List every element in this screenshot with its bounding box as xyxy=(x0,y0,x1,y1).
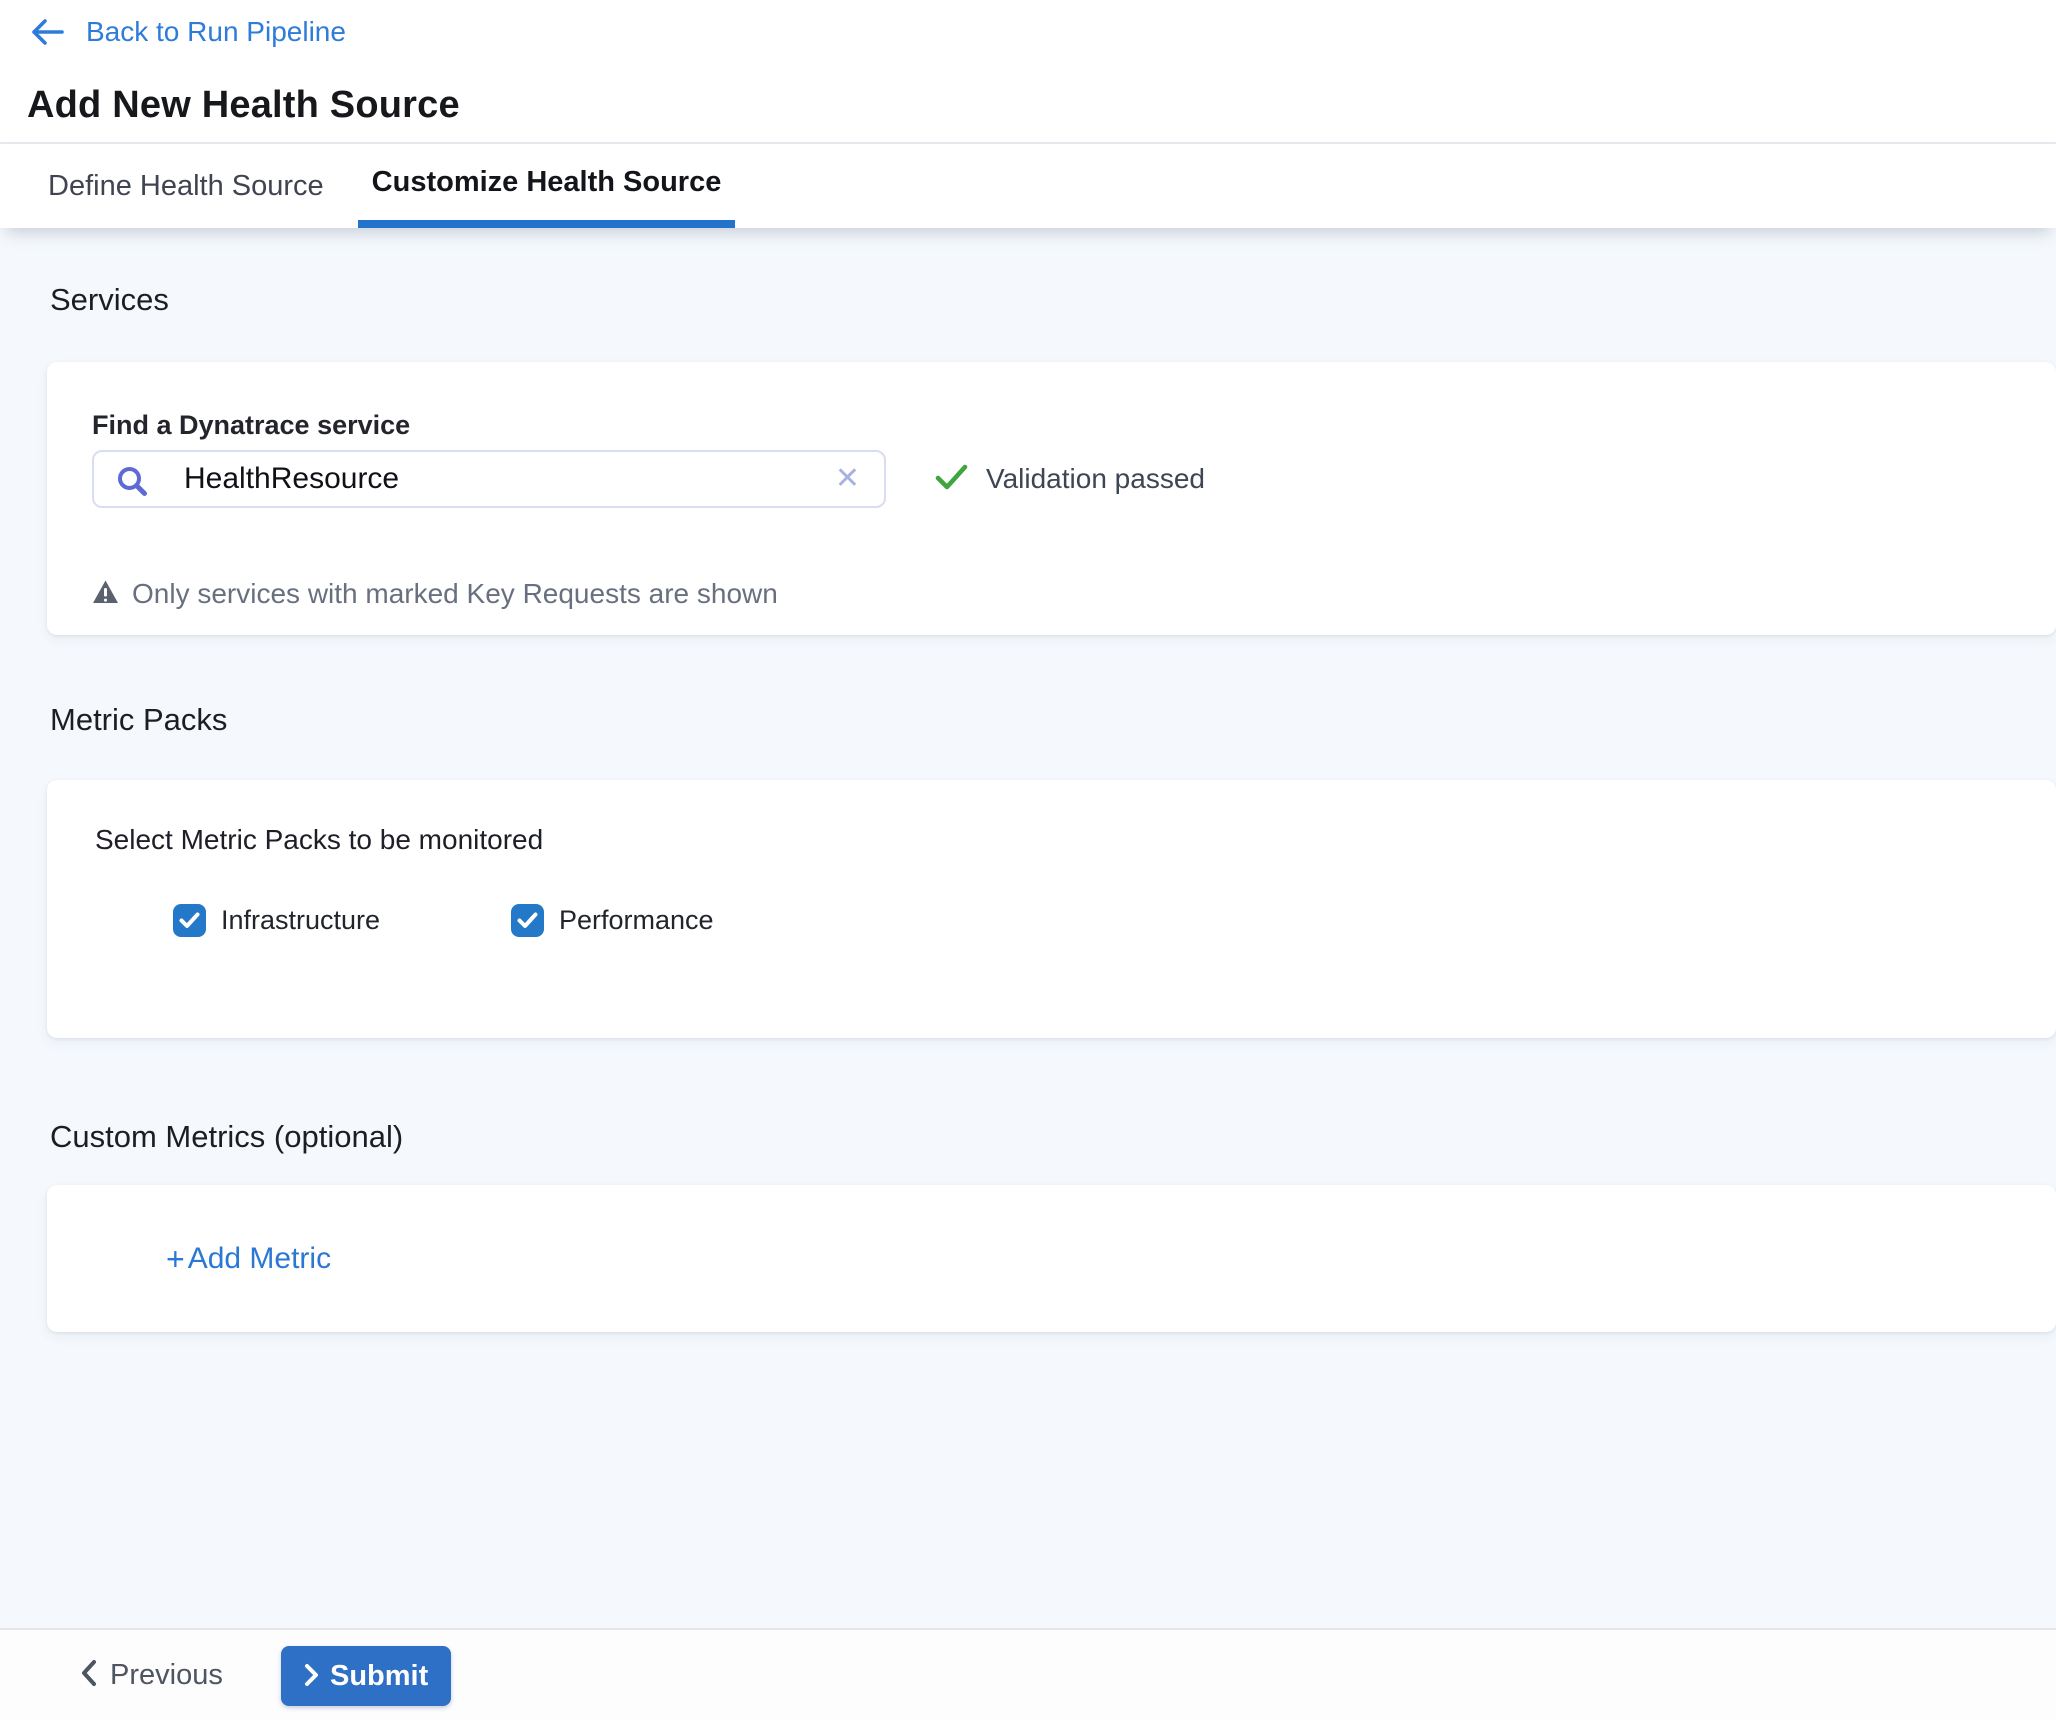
checkbox-label: Infrastructure xyxy=(221,905,380,936)
previous-button-label: Previous xyxy=(110,1659,223,1692)
checkbox-label: Performance xyxy=(559,905,714,936)
checkbox-infrastructure[interactable]: Infrastructure xyxy=(173,904,380,937)
validation-status-text: Validation passed xyxy=(986,463,1205,495)
back-arrow-icon xyxy=(28,16,66,48)
checkbox-checked-icon xyxy=(511,904,544,937)
footer-bar: Previous Submit xyxy=(0,1628,2056,1720)
service-search-row: ✕ Validation passed xyxy=(92,450,1205,508)
tab-define-health-source[interactable]: Define Health Source xyxy=(34,144,338,228)
page-header: Back to Run Pipeline Add New Health Sour… xyxy=(0,0,2056,142)
clear-search-icon[interactable]: ✕ xyxy=(835,464,860,494)
services-card: Find a Dynatrace service ✕ xyxy=(47,362,2056,635)
health-source-tabs: Define Health Source Customize Health So… xyxy=(0,142,2056,228)
service-search-label: Find a Dynatrace service xyxy=(92,410,410,441)
service-search-box: ✕ xyxy=(92,450,886,508)
warning-icon xyxy=(92,579,119,610)
submit-button[interactable]: Submit xyxy=(281,1646,451,1706)
metric-packs-select-label: Select Metric Packs to be monitored xyxy=(95,824,543,856)
previous-button[interactable]: Previous xyxy=(80,1630,223,1720)
chevron-right-icon xyxy=(304,1663,319,1690)
tab-customize-health-source[interactable]: Customize Health Source xyxy=(358,144,736,228)
back-link-label: Back to Run Pipeline xyxy=(86,16,346,48)
services-warning: Only services with marked Key Requests a… xyxy=(92,578,778,610)
add-metric-button[interactable]: + Add Metric xyxy=(166,1242,331,1276)
metric-packs-heading: Metric Packs xyxy=(50,703,227,737)
checkbox-performance[interactable]: Performance xyxy=(511,904,714,937)
service-search-input[interactable] xyxy=(94,452,884,506)
check-icon xyxy=(934,462,970,497)
custom-metrics-heading: Custom Metrics (optional) xyxy=(50,1120,403,1154)
checkbox-checked-icon xyxy=(173,904,206,937)
services-warning-text: Only services with marked Key Requests a… xyxy=(132,578,778,610)
page-title: Add New Health Source xyxy=(27,84,460,127)
add-health-source-page: Back to Run Pipeline Add New Health Sour… xyxy=(0,0,2056,1720)
custom-metrics-card: + Add Metric xyxy=(47,1185,2056,1332)
back-link[interactable]: Back to Run Pipeline xyxy=(28,16,346,48)
add-metric-label: Add Metric xyxy=(188,1242,331,1276)
metric-packs-card: Select Metric Packs to be monitored Infr… xyxy=(47,780,2056,1038)
services-heading: Services xyxy=(50,283,169,317)
content-area: Services Find a Dynatrace service ✕ xyxy=(0,228,2056,1628)
plus-icon: + xyxy=(166,1243,185,1275)
submit-button-label: Submit xyxy=(330,1660,428,1693)
chevron-left-icon xyxy=(80,1659,97,1692)
validation-status: Validation passed xyxy=(934,462,1205,497)
